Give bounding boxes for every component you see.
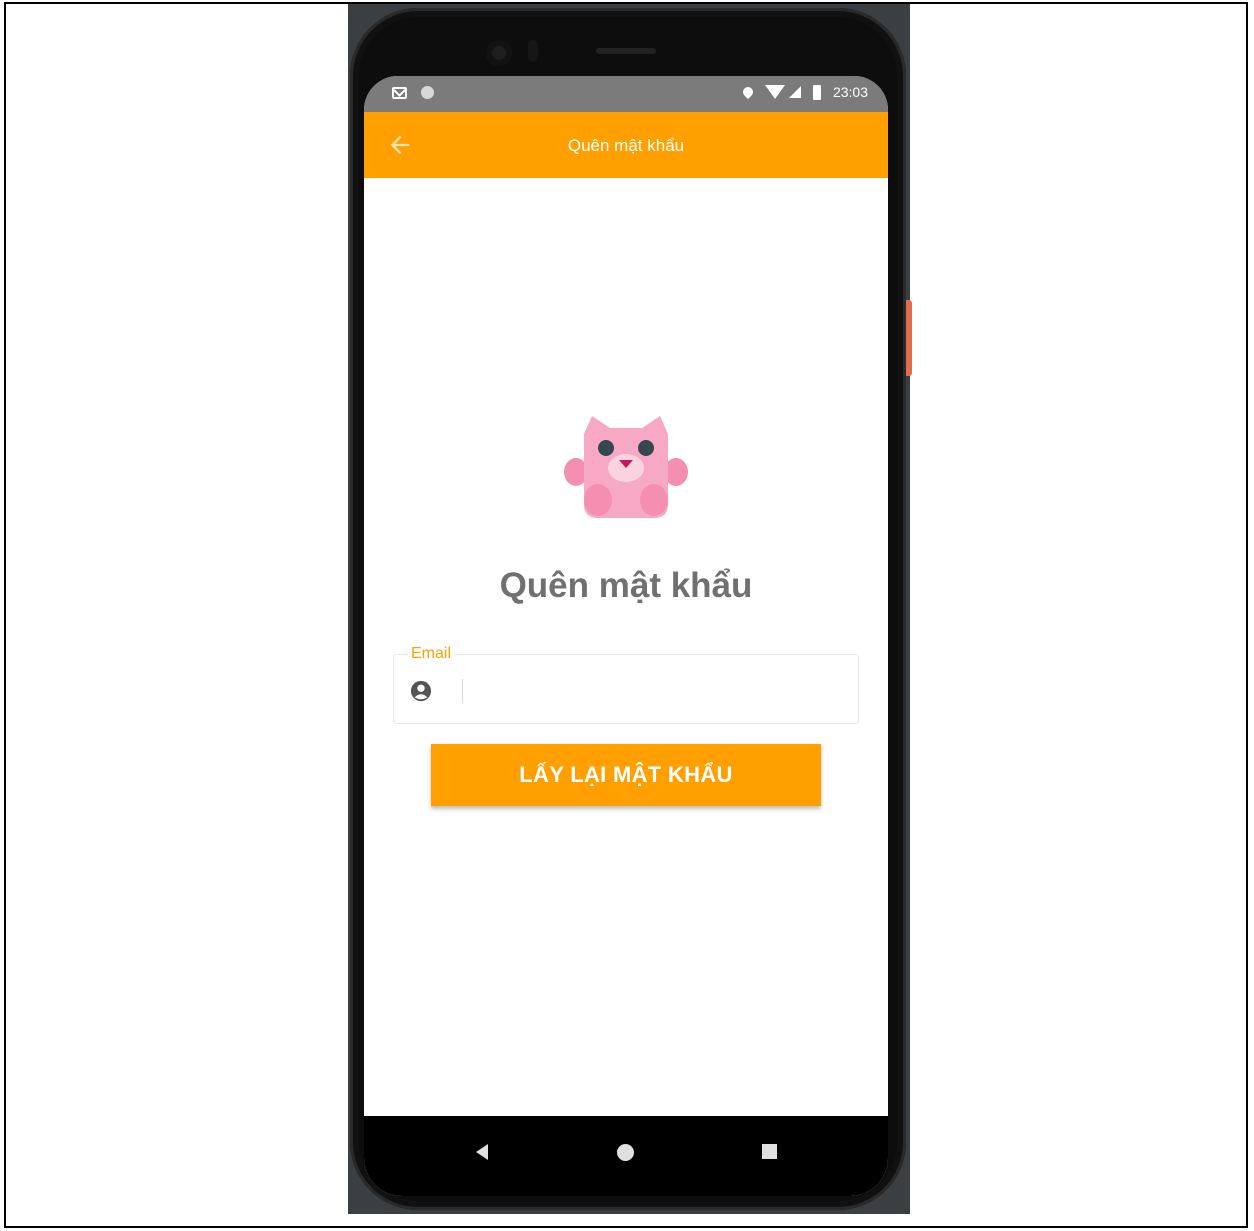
navigation-bar	[364, 1116, 888, 1196]
status-left	[392, 86, 434, 99]
status-time: 23:03	[832, 84, 868, 100]
status-bar: 23:03	[364, 76, 888, 112]
user-circle-icon	[410, 680, 432, 702]
front-camera	[486, 40, 512, 66]
sensor	[528, 40, 538, 62]
reset-password-button[interactable]: LẤY LẠI MẬT KHẨU	[431, 744, 821, 806]
nav-recents-icon[interactable]	[762, 1144, 777, 1159]
page-title: Quên mật khẩu	[499, 566, 753, 605]
power-button[interactable]	[906, 300, 912, 376]
app-bar: Quên mật khẩu	[364, 112, 888, 178]
location-icon	[740, 84, 756, 100]
nav-home-icon[interactable]	[617, 1144, 634, 1161]
email-input[interactable]	[460, 673, 844, 709]
email-label: Email	[408, 645, 455, 663]
phone-screen: 23:03 Quên mật khẩu Quên mật khẩu Email …	[364, 76, 888, 1196]
battery-icon	[812, 84, 821, 100]
email-field[interactable]: Email	[393, 645, 859, 724]
app-bar-title: Quên mật khẩu	[567, 136, 685, 155]
status-right: 23:03	[740, 84, 868, 100]
mail-icon	[392, 86, 407, 99]
earpiece-speaker	[596, 48, 656, 54]
signal-icon	[788, 86, 801, 98]
mascot-owl-icon	[564, 416, 688, 518]
nav-back-icon[interactable]	[476, 1144, 488, 1160]
wifi-icon	[764, 85, 785, 99]
notification-dot-icon	[421, 86, 434, 99]
